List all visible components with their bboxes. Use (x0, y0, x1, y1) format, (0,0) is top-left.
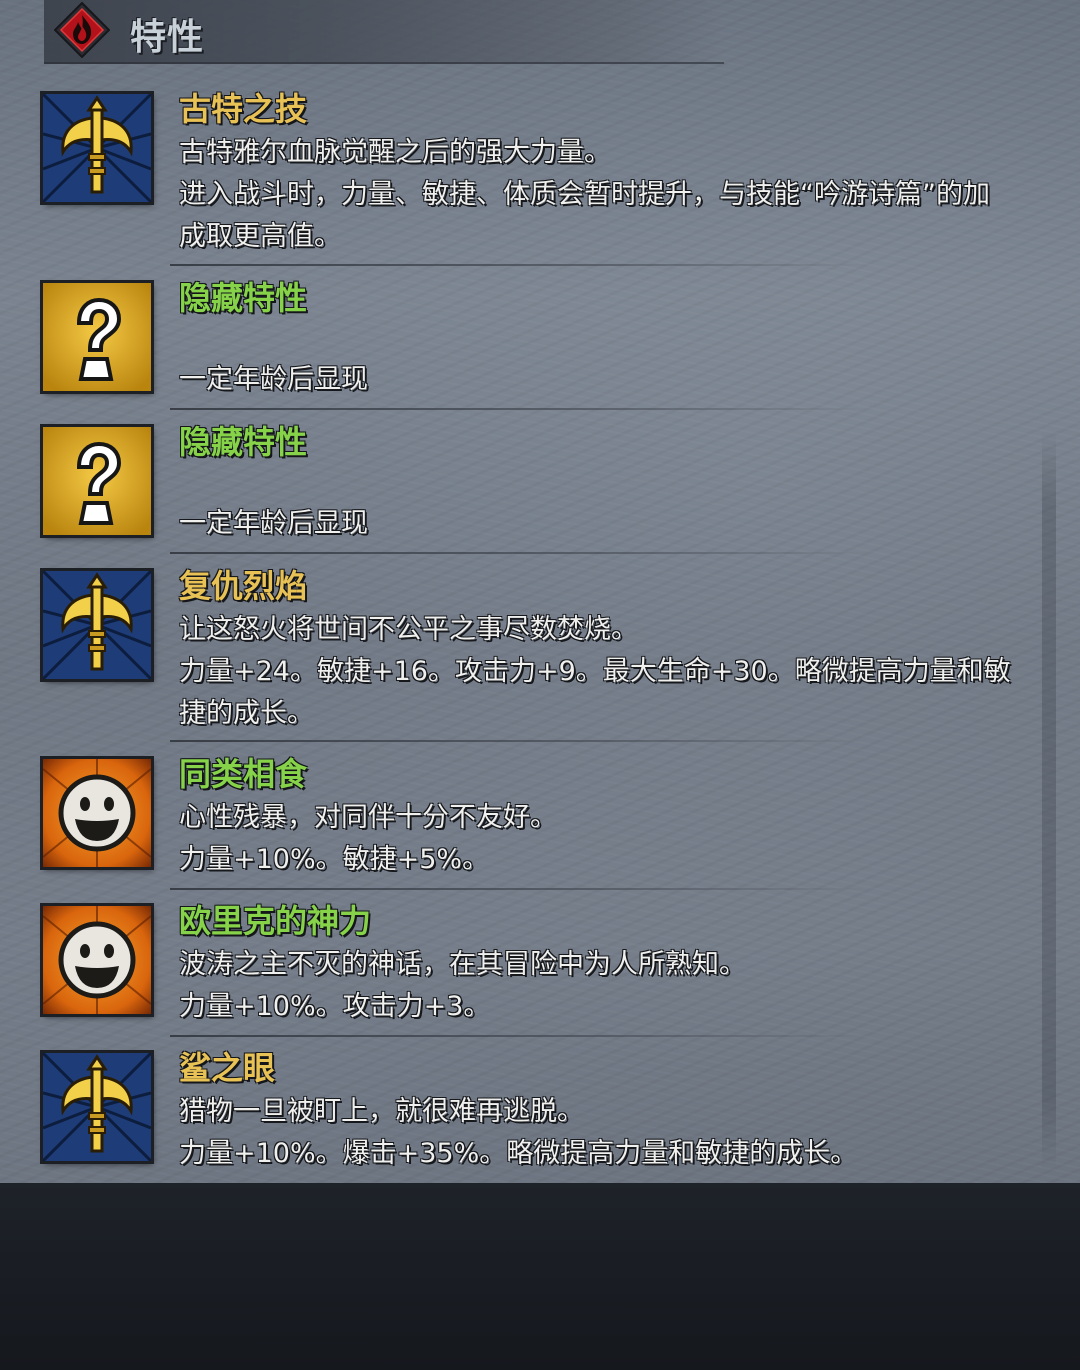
question-mark-icon (43, 283, 151, 391)
trait-name: 同类相食 (179, 755, 308, 793)
axe-emblem-icon (43, 94, 151, 202)
trait-name: 欧里克的神力 (179, 902, 372, 940)
question-mark-icon (43, 427, 151, 535)
trait-effect-continued: 成取更高值。 (179, 221, 341, 252)
divider (170, 408, 870, 410)
grinning-face-icon (43, 906, 151, 1014)
trait-effect: 一定年龄后显现 (179, 508, 368, 539)
trait-description: 心性残暴，对同伴十分不友好。 (179, 802, 557, 833)
trait-effect: 力量+10%。攻击力+3。 (179, 991, 491, 1022)
trait-description: 猎物一旦被盯上，就很难再逃脱。 (179, 1096, 584, 1127)
trait-name: 古特之技 (179, 90, 308, 128)
trait-name: 隐藏特性 (179, 279, 308, 317)
divider (170, 552, 870, 554)
divider (170, 1035, 870, 1037)
trait-name: 复仇烈焰 (179, 567, 308, 605)
axe-emblem-icon (43, 1053, 151, 1161)
trait-name: 隐藏特性 (179, 423, 308, 461)
divider (170, 740, 870, 742)
trait-effect: 进入战斗时，力量、敏捷、体质会暂时提升，与技能“吟游诗篇”的加 (179, 179, 990, 210)
scrollbar[interactable] (1042, 430, 1056, 1170)
trait-description: 波涛之主不灭的神话，在其冒险中为人所熟知。 (179, 949, 746, 980)
trait-description: 古特雅尔血脉觉醒之后的强大力量。 (179, 137, 611, 168)
grinning-face-icon (43, 759, 151, 867)
bottom-bar (0, 1183, 1080, 1370)
traits-header: 特性 (44, 0, 724, 64)
trait-effect: 一定年龄后显现 (179, 364, 368, 395)
trait-name: 鲨之眼 (179, 1049, 276, 1087)
axe-emblem-icon (43, 571, 151, 679)
header-title: 特性 (130, 17, 205, 58)
divider (170, 264, 870, 266)
trait-effect: 力量+10%。敏捷+5%。 (179, 844, 490, 875)
trait-description: 让这怒火将世间不公平之事尽数焚烧。 (179, 614, 638, 645)
trait-effect-continued: 捷的成长。 (179, 698, 314, 729)
trait-effect: 力量+10%。爆击+35%。略微提高力量和敏捷的成长。 (179, 1138, 858, 1169)
flame-emblem-icon (53, 1, 111, 59)
traits-panel: 特性 古特之技 古特雅尔血脉觉醒之后的强大力量。 进入战斗时，力量、敏捷、体质会… (0, 0, 1080, 1183)
divider (170, 888, 870, 890)
trait-effect: 力量+24。敏捷+16。攻击力+9。最大生命+30。略微提高力量和敏 (179, 656, 1011, 687)
